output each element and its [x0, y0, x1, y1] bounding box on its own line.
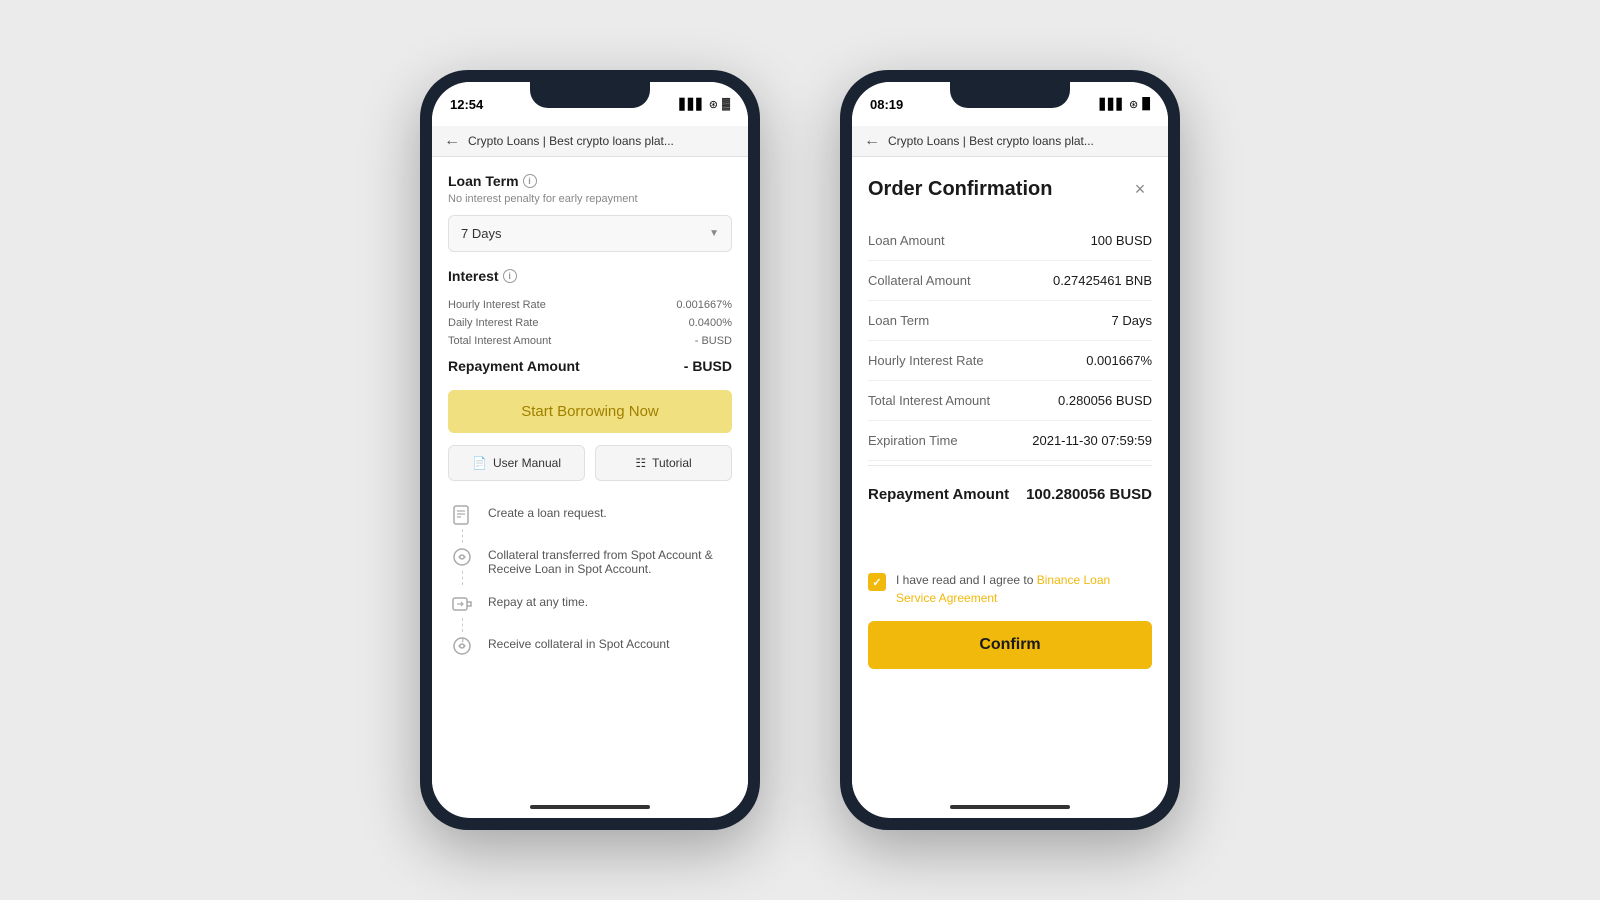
browser-bar-right: ← Crypto Loans | Best crypto loans plat.…	[852, 126, 1168, 157]
status-time-left: 12:54	[450, 97, 483, 112]
collateral-value: 0.27425461 BNB	[1053, 273, 1152, 288]
total-interest-confirm-label: Total Interest Amount	[868, 393, 990, 408]
tutorial-icon: ☷	[635, 456, 646, 470]
daily-rate-value: 0.0400%	[689, 317, 732, 329]
loan-term-confirm-value: 7 Days	[1112, 313, 1152, 328]
hourly-rate-row: Hourly Interest Rate 0.001667%	[448, 296, 732, 314]
step-4: Receive collateral in Spot Account	[448, 632, 732, 660]
repayment-confirm-label: Repayment Amount	[868, 486, 1009, 503]
step-3: Repay at any time.	[448, 590, 732, 618]
loan-amount-row: Loan Amount 100 BUSD	[868, 221, 1152, 261]
agreement-text: I have read and I agree to Binance Loan …	[896, 571, 1152, 607]
tutorial-label: Tutorial	[652, 456, 692, 470]
step-2: Collateral transferred from Spot Account…	[448, 543, 732, 576]
total-interest-label: Total Interest Amount	[448, 335, 551, 347]
loan-amount-label: Loan Amount	[868, 233, 945, 248]
expiration-value: 2021-11-30 07:59:59	[1032, 433, 1152, 448]
browser-bar-left: ← Crypto Loans | Best crypto loans plat.…	[432, 126, 748, 157]
modal-title: Order Confirmation	[868, 178, 1052, 201]
step-2-icon	[448, 543, 476, 571]
status-bar-right: 08:19 ▋▋▋ ⊛ █	[852, 82, 1168, 126]
borrow-button[interactable]: Start Borrowing Now	[448, 390, 732, 433]
repayment-row: Repayment Amount - BUSD	[448, 350, 732, 374]
modal-container: Order Confirmation × Loan Amount 100 BUS…	[852, 157, 1168, 796]
hourly-rate-value: 0.001667%	[676, 299, 732, 311]
wifi-icon: ⊛	[709, 98, 718, 111]
checkmark-icon: ✓	[872, 576, 881, 589]
loan-term-confirm-row: Loan Term 7 Days	[868, 301, 1152, 341]
step-1-text: Create a loan request.	[488, 501, 607, 520]
loan-term-confirm-label: Loan Term	[868, 313, 929, 328]
step-3-icon	[448, 590, 476, 618]
total-interest-value: - BUSD	[695, 335, 732, 347]
expiration-label: Expiration Time	[868, 433, 958, 448]
repayment-label: Repayment Amount	[448, 358, 580, 374]
home-bar-left	[432, 796, 748, 818]
hourly-rate-confirm-label: Hourly Interest Rate	[868, 353, 984, 368]
modal-header: Order Confirmation ×	[868, 177, 1152, 201]
hourly-rate-confirm-row: Hourly Interest Rate 0.001667%	[868, 341, 1152, 381]
phone-content-left: Loan Term i No interest penalty for earl…	[432, 157, 748, 796]
step-4-text: Receive collateral in Spot Account	[488, 632, 669, 651]
battery-icon-r: █	[1142, 98, 1150, 110]
step-3-text: Repay at any time.	[488, 590, 588, 609]
loan-term-subtitle: No interest penalty for early repayment	[448, 193, 732, 205]
status-time-right: 08:19	[870, 97, 903, 112]
interest-section: Interest i	[448, 268, 732, 284]
collateral-row: Collateral Amount 0.27425461 BNB	[868, 261, 1152, 301]
tutorial-button[interactable]: ☷ Tutorial	[595, 445, 732, 481]
agreement-section: ✓ I have read and I agree to Binance Loa…	[868, 571, 1152, 607]
phone-right: 08:19 ▋▋▋ ⊛ █ ← Crypto Loans | Best cryp…	[840, 70, 1180, 830]
signal-icon-r: ▋▋▋	[1100, 98, 1125, 111]
expiration-row: Expiration Time 2021-11-30 07:59:59	[868, 421, 1152, 461]
agreement-checkbox[interactable]: ✓	[868, 573, 886, 591]
back-button-right[interactable]: ←	[864, 132, 880, 150]
hourly-rate-confirm-value: 0.001667%	[1086, 353, 1152, 368]
total-interest-confirm-row: Total Interest Amount 0.280056 BUSD	[868, 381, 1152, 421]
browser-url-left: Crypto Loans | Best crypto loans plat...	[468, 134, 736, 148]
interest-info-icon[interactable]: i	[503, 269, 517, 283]
action-buttons: 📄 User Manual ☷ Tutorial	[448, 445, 732, 481]
browser-url-right: Crypto Loans | Best crypto loans plat...	[888, 134, 1156, 148]
steps-section: Create a loan request. Collateral transf…	[448, 501, 732, 660]
step-1-icon	[448, 501, 476, 529]
dropdown-arrow-icon: ▼	[709, 228, 719, 239]
total-interest-confirm-value: 0.280056 BUSD	[1058, 393, 1152, 408]
battery-icon: ▓	[722, 98, 730, 110]
repayment-confirm-row: Repayment Amount 100.280056 BUSD	[868, 470, 1152, 519]
status-icons-right: ▋▋▋ ⊛ █	[1100, 98, 1150, 111]
modal-sheet: Order Confirmation × Loan Amount 100 BUS…	[852, 157, 1168, 796]
user-manual-label: User Manual	[493, 456, 561, 470]
loan-term-label: Loan Term	[448, 173, 519, 189]
loan-term-dropdown[interactable]: 7 Days ▼	[448, 215, 732, 252]
status-bar-left: 12:54 ▋▋▋ ⊛ ▓	[432, 82, 748, 126]
step-4-icon	[448, 632, 476, 660]
loan-term-info-icon[interactable]: i	[523, 174, 537, 188]
status-icons-left: ▋▋▋ ⊛ ▓	[679, 98, 730, 111]
user-manual-icon: 📄	[472, 456, 487, 470]
loan-term-value: 7 Days	[461, 226, 501, 241]
repayment-confirm-value: 100.280056 BUSD	[1026, 486, 1152, 503]
daily-rate-label: Daily Interest Rate	[448, 317, 538, 329]
signal-icon: ▋▋▋	[679, 98, 704, 111]
collateral-label: Collateral Amount	[868, 273, 971, 288]
confirm-button[interactable]: Confirm	[868, 621, 1152, 669]
loan-amount-value: 100 BUSD	[1091, 233, 1152, 248]
interest-label: Interest	[448, 268, 499, 284]
repayment-value: - BUSD	[684, 358, 732, 374]
back-button-left[interactable]: ←	[444, 132, 460, 150]
phone-left: 12:54 ▋▋▋ ⊛ ▓ ← Crypto Loans | Best cryp…	[420, 70, 760, 830]
step-2-text: Collateral transferred from Spot Account…	[488, 543, 732, 576]
home-bar-right	[852, 796, 1168, 818]
close-button[interactable]: ×	[1128, 177, 1152, 201]
step-1: Create a loan request.	[448, 501, 732, 529]
hourly-rate-label: Hourly Interest Rate	[448, 299, 546, 311]
modal-divider	[868, 465, 1152, 466]
loan-term-section: Loan Term i	[448, 173, 732, 189]
daily-rate-row: Daily Interest Rate 0.0400%	[448, 314, 732, 332]
user-manual-button[interactable]: 📄 User Manual	[448, 445, 585, 481]
wifi-icon-r: ⊛	[1129, 98, 1138, 111]
agreement-prefix: I have read and I agree to	[896, 573, 1037, 587]
total-interest-row: Total Interest Amount - BUSD	[448, 332, 732, 350]
